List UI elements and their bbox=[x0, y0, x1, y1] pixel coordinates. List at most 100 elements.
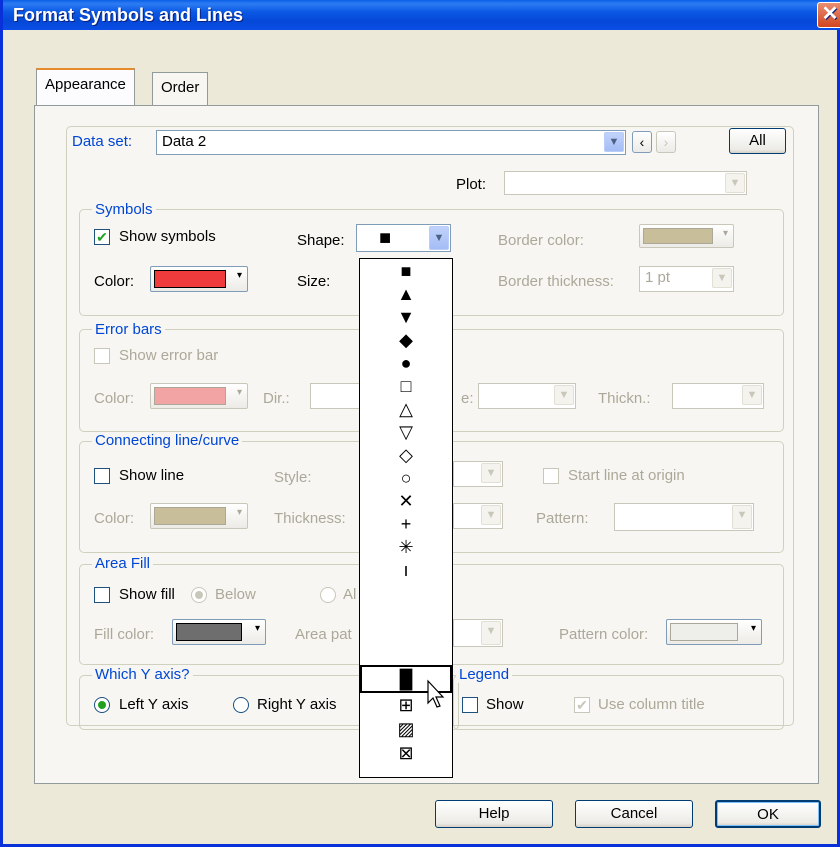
pattern-color-label: Pattern color: bbox=[559, 626, 649, 643]
use-column-title-checkbox[interactable]: ✔ bbox=[574, 697, 590, 713]
line-pattern-select[interactable]: ▼ bbox=[614, 503, 754, 531]
help-button[interactable]: Help bbox=[435, 800, 553, 828]
chevron-down-icon: ▼ bbox=[429, 226, 449, 250]
shape-option-filled-diamond[interactable]: ◆ bbox=[360, 328, 452, 352]
chevron-down-icon: ▼ bbox=[481, 621, 501, 645]
show-line-label: Show line bbox=[119, 467, 185, 484]
legend-group-label: Legend bbox=[456, 666, 513, 683]
error-style-select[interactable]: ▼ bbox=[478, 383, 576, 409]
error-thickness-select[interactable]: ▼ bbox=[672, 383, 764, 409]
close-icon[interactable]: ✕ bbox=[817, 2, 840, 28]
fill-color-picker[interactable]: ▾ bbox=[172, 619, 266, 645]
shape-option-open-triangle-up[interactable]: △ bbox=[360, 397, 452, 421]
shape-option-open-diamond[interactable]: ◇ bbox=[360, 443, 452, 467]
error-style-label: e: bbox=[461, 390, 474, 407]
show-error-bar-checkbox[interactable] bbox=[94, 348, 110, 364]
line-color-picker[interactable]: ▾ bbox=[150, 503, 248, 529]
error-thickness-label: Thickn.: bbox=[598, 390, 651, 407]
right-y-axis-radio[interactable] bbox=[233, 697, 249, 713]
all-button[interactable]: All bbox=[729, 128, 786, 154]
caret-down-icon: ▾ bbox=[236, 270, 242, 281]
chevron-down-icon: ▼ bbox=[481, 505, 501, 525]
chevron-down-icon: ▼ bbox=[481, 463, 501, 483]
show-fill-checkbox[interactable] bbox=[94, 587, 110, 603]
shape-label: Shape: bbox=[297, 232, 345, 249]
chevron-down-icon: ▼ bbox=[725, 173, 745, 193]
fill-below-label: Below bbox=[215, 586, 256, 603]
shape-option-asterisk[interactable]: ✳ bbox=[360, 535, 452, 559]
line-thickness-select[interactable]: ▼ bbox=[453, 503, 503, 529]
shape-option-filled-triangle-down[interactable]: ▼ bbox=[360, 305, 452, 329]
title-bar[interactable]: Format Symbols and Lines ✕ bbox=[3, 0, 840, 30]
error-bars-group-label: Error bars bbox=[92, 321, 165, 338]
direction-select[interactable] bbox=[310, 383, 360, 409]
chevron-down-icon: ▼ bbox=[554, 385, 574, 405]
direction-label: Dir.: bbox=[263, 390, 290, 407]
tab-appearance[interactable]: Appearance bbox=[36, 68, 135, 106]
chevron-down-icon: ▼ bbox=[712, 268, 732, 288]
fill-color-swatch bbox=[176, 623, 242, 641]
symbol-color-swatch bbox=[154, 270, 226, 288]
shape-option-hatched-square[interactable]: ▨ bbox=[360, 717, 452, 741]
dialog-window: Format Symbols and Lines ✕ Appearance Or… bbox=[0, 0, 840, 847]
shape-option-open-circle[interactable]: ○ bbox=[360, 466, 452, 490]
border-thickness-select[interactable]: 1 pt ▼ bbox=[639, 266, 734, 292]
caret-down-icon: ▾ bbox=[750, 623, 756, 634]
plot-label: Plot: bbox=[456, 176, 487, 193]
line-thickness-label: Thickness: bbox=[274, 510, 346, 527]
chevron-down-icon: ▼ bbox=[604, 132, 624, 152]
shape-option-open-square[interactable]: □ bbox=[360, 374, 452, 398]
show-symbols-checkbox[interactable]: ✔ bbox=[94, 229, 110, 245]
cancel-button[interactable]: Cancel bbox=[575, 800, 693, 828]
caret-down-icon: ▾ bbox=[722, 228, 728, 239]
line-style-label: Style: bbox=[274, 469, 312, 486]
pattern-color-picker[interactable]: ▾ bbox=[666, 619, 762, 645]
use-column-title-label: Use column title bbox=[598, 696, 705, 713]
left-y-axis-radio[interactable] bbox=[94, 697, 110, 713]
plot-select[interactable]: ▼ bbox=[504, 171, 747, 195]
chevron-down-icon: ▼ bbox=[742, 385, 762, 405]
chevron-down-icon: ▼ bbox=[732, 505, 752, 529]
shape-select[interactable]: ■ ▼ bbox=[356, 224, 451, 252]
error-color-label: Color: bbox=[94, 390, 135, 407]
shape-dropdown-list: ■ ▲ ▼ ◆ ● □ △ ▽ ◇ ○ ✕ + ✳ ı █ ⊞ ▨ ⊠ bbox=[359, 258, 453, 778]
prev-dataset-button[interactable]: ‹ bbox=[632, 131, 652, 153]
line-color-label: Color: bbox=[94, 510, 135, 527]
symbols-group-label: Symbols bbox=[92, 201, 156, 218]
caret-down-icon: ▾ bbox=[236, 387, 242, 398]
shape-option-plus[interactable]: + bbox=[360, 512, 452, 536]
ok-button[interactable]: OK bbox=[715, 800, 821, 828]
window-title: Format Symbols and Lines bbox=[13, 5, 244, 25]
connecting-line-group-label: Connecting line/curve bbox=[92, 432, 243, 449]
legend-show-checkbox[interactable] bbox=[462, 697, 478, 713]
fill-above-label: Al bbox=[343, 586, 357, 603]
border-color-swatch bbox=[643, 228, 713, 244]
shape-option-filled-square[interactable]: ■ bbox=[360, 259, 452, 283]
symbol-color-picker[interactable]: ▾ bbox=[150, 266, 248, 292]
area-pattern-select[interactable]: ▼ bbox=[453, 619, 503, 647]
line-style-select[interactable]: ▼ bbox=[453, 461, 503, 487]
border-color-picker[interactable]: ▾ bbox=[639, 224, 734, 248]
line-color-swatch bbox=[154, 507, 226, 525]
fill-above-radio[interactable] bbox=[320, 587, 336, 603]
next-dataset-button[interactable]: › bbox=[656, 131, 676, 153]
error-color-picker[interactable]: ▾ bbox=[150, 383, 248, 409]
right-y-axis-label: Right Y axis bbox=[257, 696, 337, 713]
dataset-select[interactable]: Data 2 ▼ bbox=[156, 130, 626, 155]
y-axis-group-label: Which Y axis? bbox=[92, 666, 193, 683]
shape-option-filled-triangle-up[interactable]: ▲ bbox=[360, 282, 452, 306]
error-color-swatch bbox=[154, 387, 226, 405]
fill-below-radio[interactable] bbox=[191, 587, 207, 603]
start-at-origin-checkbox[interactable] bbox=[543, 468, 559, 484]
legend-show-label: Show bbox=[486, 696, 524, 713]
shape-option-bar[interactable]: ı bbox=[360, 558, 452, 582]
shape-option-crosshatch-square[interactable]: ⊠ bbox=[360, 741, 452, 765]
shape-option-x[interactable]: ✕ bbox=[360, 489, 452, 513]
border-color-label: Border color: bbox=[498, 232, 584, 249]
shape-option-open-triangle-down[interactable]: ▽ bbox=[360, 420, 452, 444]
tab-order[interactable]: Order bbox=[152, 72, 209, 106]
symbol-color-label: Color: bbox=[94, 273, 135, 290]
show-line-checkbox[interactable] bbox=[94, 468, 110, 484]
shape-option-filled-circle[interactable]: ● bbox=[360, 351, 452, 375]
size-label: Size: bbox=[297, 273, 331, 290]
